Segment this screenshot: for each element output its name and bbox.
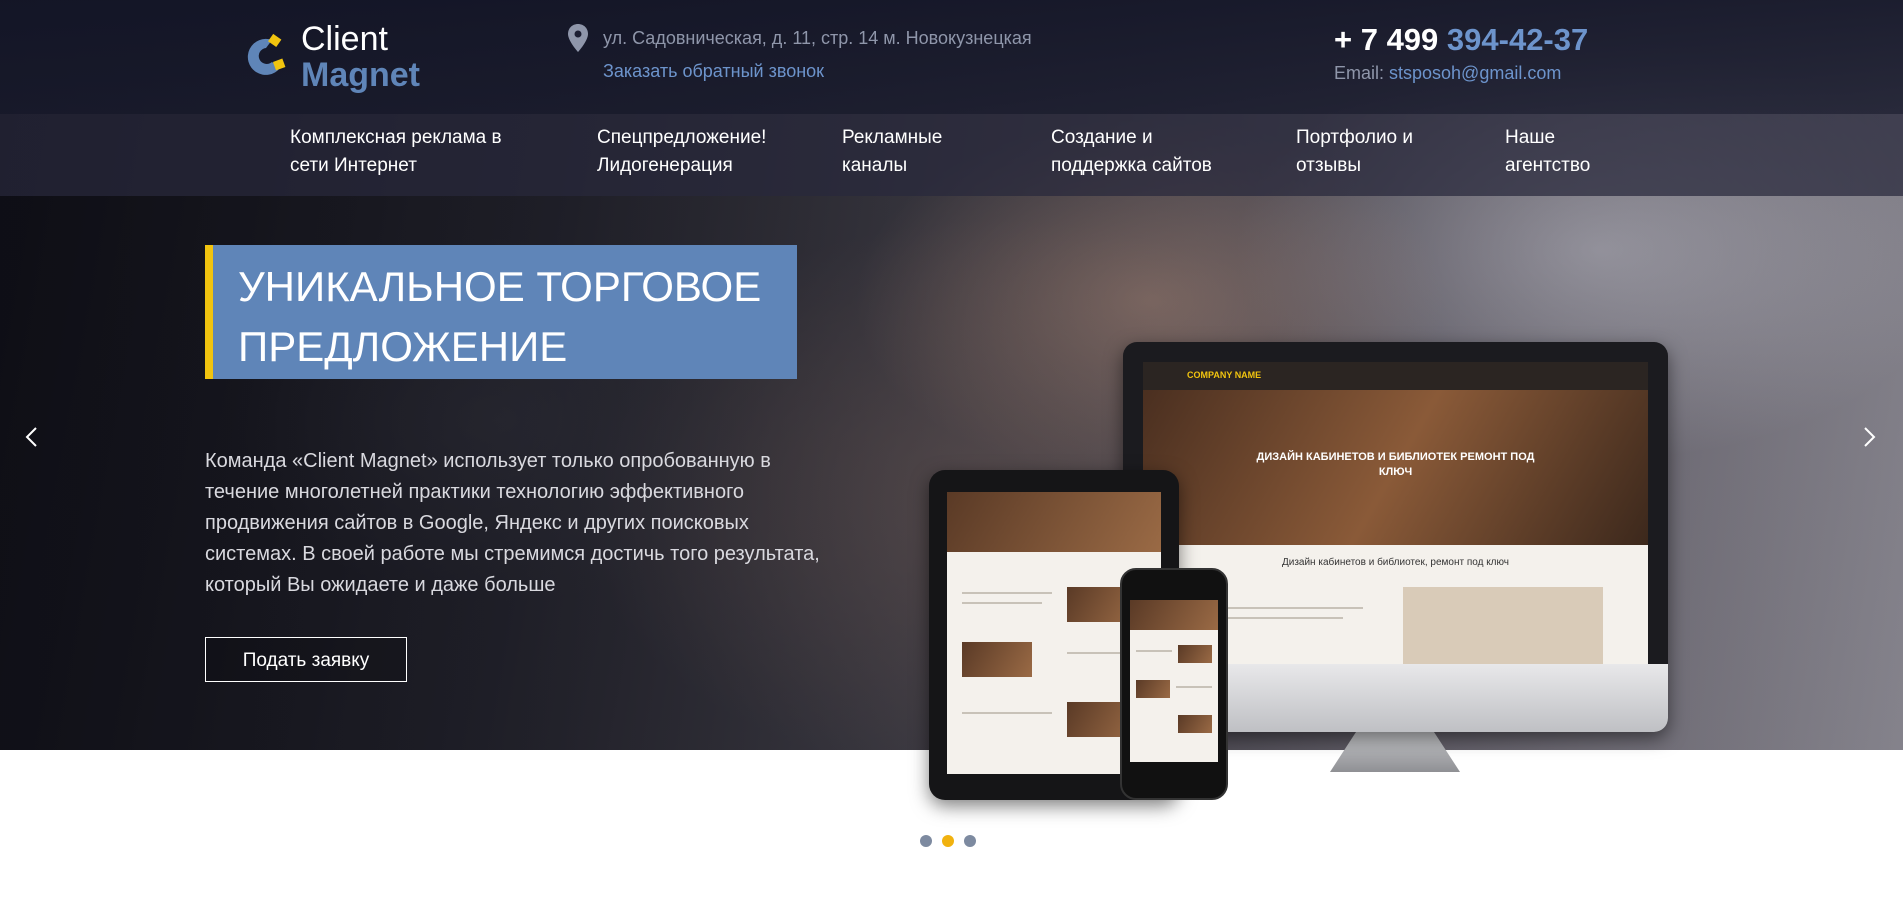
usp-title: УНИКАЛЬНОЕ ТОРГОВОЕ ПРЕДЛОЖЕНИЕ xyxy=(238,263,762,370)
phone-main: 394-42-37 xyxy=(1446,22,1589,57)
mock-image xyxy=(1403,587,1603,667)
address-text: ул. Садовническая, д. 11, стр. 14 м. Нов… xyxy=(603,28,1032,48)
mock-image xyxy=(947,492,1161,552)
phone-prefix: + 7 499 xyxy=(1334,22,1447,57)
mock-line xyxy=(1176,686,1212,688)
email-line: Email: stsposoh@gmail.com xyxy=(1334,63,1561,84)
chevron-left-icon[interactable] xyxy=(20,425,44,449)
nav-item-sites[interactable]: Создание и поддержка сайтов xyxy=(1051,124,1212,180)
mock-image xyxy=(1130,600,1218,630)
mock-image xyxy=(962,642,1032,677)
map-pin-icon xyxy=(568,24,588,52)
mock-hero-text: ДИЗАЙН КАБИНЕТОВ И БИБЛИОТЕК РЕМОНТ ПОД … xyxy=(1256,451,1535,478)
mock-site-header: COMPANY NAME xyxy=(1143,362,1648,390)
mock-image xyxy=(1178,715,1212,733)
nav-item-portfolio[interactable]: Портфолио и отзывы xyxy=(1296,124,1413,180)
nav-item-complex-ads[interactable]: Комплексная реклама в сети Интернет xyxy=(290,124,502,180)
mock-line xyxy=(962,592,1052,594)
main-nav: Комплексная реклама в сети Интернет Спец… xyxy=(0,114,1903,196)
hero-description: Команда «Client Magnet» использует тольк… xyxy=(205,450,820,596)
magnet-logo-icon xyxy=(247,33,286,75)
mock-subtitle: Дизайн кабинетов и библиотек, ремонт под… xyxy=(1281,557,1510,568)
phone-number[interactable]: + 7 499 394-42-37 xyxy=(1334,22,1588,58)
mock-logo-company: COMPANY xyxy=(1187,370,1233,380)
usp-banner: УНИКАЛЬНОЕ ТОРГОВОЕ ПРЕДЛОЖЕНИЕ xyxy=(205,245,797,379)
submit-request-button[interactable]: Подать заявку xyxy=(205,637,407,682)
callback-link[interactable]: Заказать обратный звонок xyxy=(603,61,824,82)
email-link[interactable]: stsposoh@gmail.com xyxy=(1389,63,1561,83)
logo[interactable]: Client Magnet xyxy=(236,18,436,98)
devices-mockup: COMPANY NAME ДИЗАЙН КАБИНЕТОВ И БИБЛИОТЕ… xyxy=(925,340,1845,860)
slider-dot-1[interactable] xyxy=(920,835,932,847)
smartphone xyxy=(1120,568,1228,800)
slider-dot-3[interactable] xyxy=(964,835,976,847)
mock-site-hero: ДИЗАЙН КАБИНЕТОВ И БИБЛИОТЕК РЕМОНТ ПОД … xyxy=(1143,390,1648,545)
site-header: Client Magnet ул. Садовническая, д. 11, … xyxy=(0,0,1903,114)
chevron-right-icon[interactable] xyxy=(1857,425,1881,449)
logo-text-client: Client xyxy=(301,20,388,58)
slider-dots xyxy=(920,835,1030,849)
nav-item-ad-channels[interactable]: Рекламные каналы xyxy=(842,124,942,180)
email-label: Email: xyxy=(1334,63,1390,83)
logo-text-magnet: Magnet xyxy=(301,56,420,94)
mock-line xyxy=(962,602,1042,604)
mock-logo-name: NAME xyxy=(1234,370,1262,380)
nav-item-special-offer[interactable]: Спецпредложение! Лидогенерация xyxy=(597,124,766,180)
mock-line xyxy=(962,712,1052,714)
monitor-stand xyxy=(1330,732,1460,772)
mock-logo: COMPANY NAME xyxy=(1187,370,1261,380)
mock-image xyxy=(1136,680,1170,698)
nav-item-agency[interactable]: Наше агентство xyxy=(1505,124,1590,180)
mock-image xyxy=(1178,645,1212,663)
mock-line xyxy=(1136,650,1172,652)
slider-dot-2[interactable] xyxy=(942,835,954,847)
smartphone-screen xyxy=(1130,600,1218,762)
